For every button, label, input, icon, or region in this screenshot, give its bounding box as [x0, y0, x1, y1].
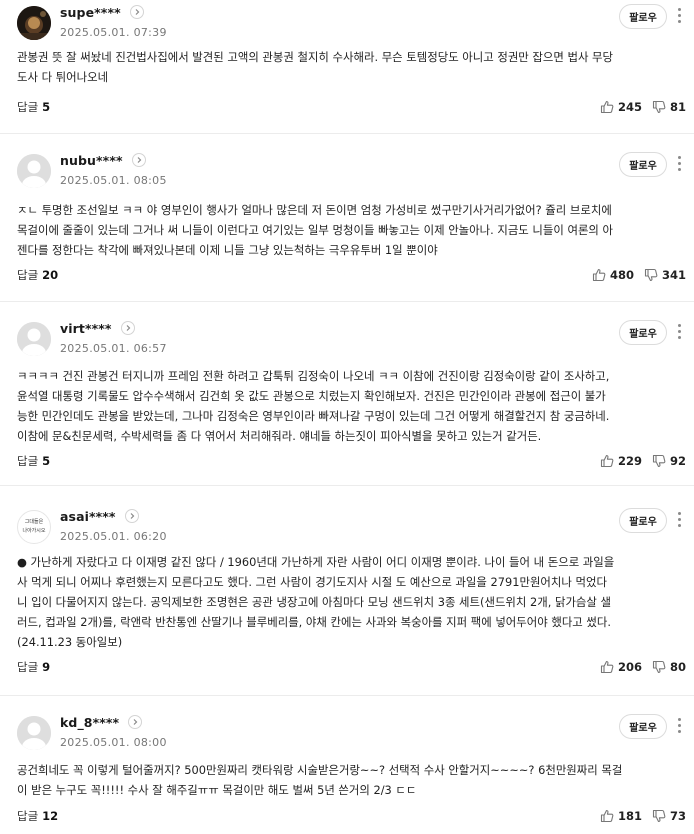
like-count: 245 — [617, 100, 642, 114]
thumbs-down-icon — [652, 809, 666, 823]
like-count: 206 — [617, 660, 642, 674]
nickname[interactable]: nubu**** — [60, 153, 123, 168]
nickname[interactable]: virt**** — [60, 321, 112, 336]
vote-group: 206 80 — [600, 660, 686, 674]
comment-date: 2025.05.01. 06:57 — [60, 342, 167, 355]
dislike-button[interactable]: 73 — [652, 809, 686, 823]
follow-button[interactable]: 팔로우 — [619, 4, 667, 29]
dislike-button[interactable]: 92 — [652, 454, 686, 468]
reply-label[interactable]: 답글 — [17, 659, 38, 675]
comment-date: 2025.05.01. 06:20 — [60, 530, 167, 543]
follow-button[interactable]: 팔로우 — [619, 320, 667, 345]
avatar[interactable] — [17, 322, 51, 356]
thumbs-up-icon — [600, 660, 614, 674]
follow-button[interactable]: 팔로우 — [619, 152, 667, 177]
vote-group: 245 81 — [600, 100, 686, 114]
avatar[interactable]: 그대들은 나아가시오 — [17, 510, 51, 544]
avatar-caption: 그대들은 — [24, 519, 44, 525]
nickname[interactable]: kd_8**** — [60, 715, 119, 730]
comment-footer: 답글 5 229 92 — [17, 451, 686, 471]
reply-label[interactable]: 답글 — [17, 99, 38, 115]
comment-date: 2025.05.01. 07:39 — [60, 26, 167, 39]
avatar[interactable] — [17, 6, 51, 40]
comment-text: ㅈㄴ 투명한 조선일보 ㅋㅋ 야 영부인이 행사가 얼마나 많은데 저 돈이면 … — [17, 203, 614, 257]
comment-date: 2025.05.01. 08:00 — [60, 736, 167, 749]
comment-item: supe**** 2025.05.01. 07:39 팔로우 관봉권 뜻 잘 써… — [0, 0, 694, 134]
reply-count[interactable]: 5 — [42, 454, 50, 468]
like-count: 181 — [617, 809, 642, 823]
reply-count[interactable]: 9 — [42, 660, 50, 674]
avatar-caption: 나아가시오 — [22, 528, 46, 534]
chevron-right-icon[interactable] — [131, 153, 146, 167]
thumbs-up-icon — [600, 100, 614, 114]
nick-row: virt**** — [60, 320, 135, 336]
dislike-count: 81 — [669, 100, 686, 114]
thumbs-up-icon — [600, 454, 614, 468]
comment-footer: 답글 5 245 81 — [17, 97, 686, 117]
more-options-icon[interactable] — [678, 718, 682, 734]
comment-text: 관봉권 뜻 잘 써놨네 진건법사집에서 발견된 고액의 관봉권 철지히 수사해라… — [17, 50, 614, 84]
nick-row: kd_8**** — [60, 714, 143, 730]
dislike-count: 341 — [661, 268, 686, 282]
like-button[interactable]: 206 — [600, 660, 642, 674]
more-options-icon[interactable] — [678, 8, 682, 24]
reply-label[interactable]: 답글 — [17, 808, 38, 824]
vote-group: 229 92 — [600, 454, 686, 468]
chevron-right-icon[interactable] — [124, 509, 139, 523]
comment-item: kd_8**** 2025.05.01. 08:00 팔로우 공건희네도 꼭 이… — [0, 710, 694, 834]
nick-row: nubu**** — [60, 152, 146, 168]
comment-footer: 답글 20 480 341 — [17, 265, 686, 285]
comment-text: ㅋㅋㅋㅋ 건진 관봉건 터지니까 프레임 전환 하려고 갑툭튀 김정숙이 나오네… — [17, 369, 610, 443]
comment-item: nubu**** 2025.05.01. 08:05 팔로우 ㅈㄴ 투명한 조선… — [0, 148, 694, 302]
reply-count[interactable]: 20 — [42, 268, 58, 282]
reply-count[interactable]: 5 — [42, 100, 50, 114]
thumbs-down-icon — [652, 660, 666, 674]
reply-count[interactable]: 12 — [42, 809, 58, 823]
dislike-button[interactable]: 341 — [644, 268, 686, 282]
thumbs-down-icon — [652, 100, 666, 114]
dislike-count: 92 — [669, 454, 686, 468]
comment-text: 공건희네도 꼭 이렇게 털어줄꺼지? 500만원짜리 캣타워랑 시술받은거랑~~… — [17, 763, 623, 797]
vote-group: 181 73 — [600, 809, 686, 823]
nickname[interactable]: asai**** — [60, 509, 116, 524]
comment-text: ● 가난하게 자랐다고 다 이재명 같진 않다 / 1960년대 가난하게 자란… — [17, 555, 615, 649]
nick-row: asai**** — [60, 508, 139, 524]
comment-item: 그대들은 나아가시오 asai**** 2025.05.01. 06:20 팔로… — [0, 504, 694, 696]
follow-button[interactable]: 팔로우 — [619, 714, 667, 739]
reply-label[interactable]: 답글 — [17, 267, 38, 283]
vote-group: 480 341 — [592, 268, 686, 282]
more-options-icon[interactable] — [678, 156, 682, 172]
reply-label[interactable]: 답글 — [17, 453, 38, 469]
dislike-button[interactable]: 81 — [652, 100, 686, 114]
avatar[interactable] — [17, 716, 51, 750]
dislike-button[interactable]: 80 — [652, 660, 686, 674]
avatar[interactable] — [17, 154, 51, 188]
dislike-count: 73 — [669, 809, 686, 823]
like-button[interactable]: 181 — [600, 809, 642, 823]
chevron-right-icon[interactable] — [128, 715, 143, 729]
nickname[interactable]: supe**** — [60, 5, 121, 20]
follow-button[interactable]: 팔로우 — [619, 508, 667, 533]
comment-footer: 답글 12 181 73 — [17, 806, 686, 826]
comment-date: 2025.05.01. 08:05 — [60, 174, 167, 187]
nick-row: supe**** — [60, 4, 144, 20]
like-button[interactable]: 245 — [600, 100, 642, 114]
like-button[interactable]: 480 — [592, 268, 634, 282]
like-button[interactable]: 229 — [600, 454, 642, 468]
dislike-count: 80 — [669, 660, 686, 674]
thumbs-down-icon — [644, 268, 658, 282]
more-options-icon[interactable] — [678, 512, 682, 528]
comment-footer: 답글 9 206 80 — [17, 657, 686, 677]
thumbs-up-icon — [592, 268, 606, 282]
like-count: 480 — [609, 268, 634, 282]
thumbs-down-icon — [652, 454, 666, 468]
more-options-icon[interactable] — [678, 324, 682, 340]
comment-item: virt**** 2025.05.01. 06:57 팔로우 ㅋㅋㅋㅋ 건진 관… — [0, 316, 694, 486]
like-count: 229 — [617, 454, 642, 468]
chevron-right-icon[interactable] — [120, 321, 135, 335]
chevron-right-icon[interactable] — [129, 5, 144, 19]
thumbs-up-icon — [600, 809, 614, 823]
